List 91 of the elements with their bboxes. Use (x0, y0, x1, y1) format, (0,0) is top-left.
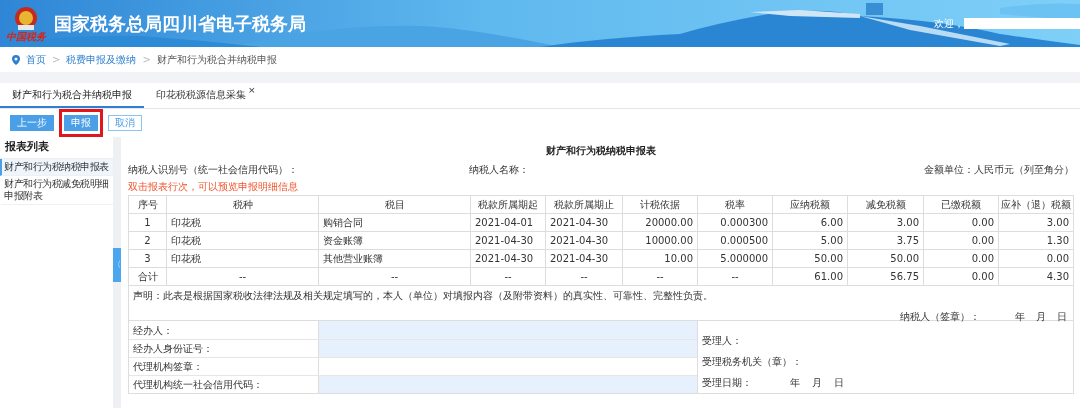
input-field[interactable] (319, 340, 697, 357)
date-unit: 月 (1036, 310, 1046, 324)
location-pin-icon (12, 54, 20, 65)
date-unit: 年 (1015, 310, 1025, 324)
field-label: 受理日期： (702, 375, 752, 390)
table-cell: 2021-04-30 (470, 231, 546, 250)
table-cell: 3.75 (847, 231, 924, 250)
table-cell: -- (697, 267, 773, 286)
table-cell: 3.00 (998, 213, 1074, 232)
table-cell: 印花税 (166, 249, 319, 268)
date-unit: 日 (1057, 310, 1067, 324)
field-label: 受理税务机关（章）： (702, 354, 803, 369)
breadcrumb-link[interactable]: 税费申报及缴纳 (66, 52, 137, 67)
table-cell: 2021-04-30 (470, 249, 546, 268)
collapse-handle[interactable]: 〈 (113, 248, 121, 282)
breadcrumb-separator: > (142, 53, 151, 67)
table-cell: 10.00 (622, 249, 698, 268)
logo-caption: 中国税务 (6, 31, 46, 42)
table-cell: 5.00 (772, 231, 848, 250)
date-unit: 日 (834, 375, 844, 390)
tab[interactable]: 印花税税源信息采集 × (144, 83, 268, 108)
table-cell: 0.00 (923, 213, 999, 232)
unit-note: 金额单位：人民币元（列至角分） (924, 162, 1074, 177)
table-cell: 购销合同 (318, 213, 471, 232)
close-icon[interactable]: × (248, 86, 256, 95)
column-header: 税款所属期起 (470, 195, 546, 214)
table-cell: 4.30 (998, 267, 1074, 286)
action-button[interactable]: 取消 (108, 115, 142, 131)
form-title: 财产和行为税纳税申报表 (546, 144, 656, 158)
emblem-icon (13, 5, 39, 32)
field-label: 受理人： (702, 333, 743, 348)
table-cell: 0.00 (923, 231, 999, 250)
input-field[interactable] (319, 376, 697, 393)
column-header: 应纳税额 (772, 195, 848, 214)
table-cell: 1.30 (998, 231, 1074, 250)
column-header: 减免税额 (847, 195, 924, 214)
table-cell: -- (622, 267, 698, 286)
table-cell: -- (318, 267, 471, 286)
site-title: 国家税务总局四川省电子税务局 (54, 12, 306, 36)
table-cell: 3.00 (847, 213, 924, 232)
table-cell: 6.00 (772, 213, 848, 232)
table-cell: 2021-04-30 (545, 249, 623, 268)
table-cell: -- (545, 267, 623, 286)
table-cell: 0.00 (923, 249, 999, 268)
table-cell: -- (166, 267, 319, 286)
table-cell: 合计 (128, 267, 167, 286)
field-label: 纳税人名称： (469, 162, 529, 177)
date-unit: 月 (812, 375, 822, 390)
tab[interactable]: 财产和行为税合并纳税申报 (0, 83, 144, 108)
table-cell: -- (470, 267, 546, 286)
column-header: 序号 (128, 195, 167, 214)
table-cell: 其他营业账簿 (318, 249, 471, 268)
table-cell: 0.000300 (697, 213, 773, 232)
table-cell: 10000.00 (622, 231, 698, 250)
declaration-text: 声明：此表是根据国家税收法律法规及相关规定填写的，本人（单位）对填报内容（及附带资料）的真实性、可靠性、完整性负责。 (133, 289, 714, 303)
table-cell: 印花税 (166, 231, 319, 250)
hint-text: 双击报表行次，可以预览申报明细信息 (128, 180, 299, 193)
table-cell: 资金账簿 (318, 231, 471, 250)
table-cell: 2021-04-01 (470, 213, 546, 232)
signature-label: 纳税人（签章）： (900, 310, 980, 324)
breadcrumb-link[interactable]: 首页 (26, 52, 46, 67)
column-header: 税款所属期止 (545, 195, 623, 214)
column-header: 税率 (697, 195, 773, 214)
table-cell: 20000.00 (622, 213, 698, 232)
action-button[interactable]: 申报 (64, 115, 98, 131)
table-cell: 2 (128, 231, 167, 250)
column-header: 应补（退）税额 (998, 195, 1074, 214)
column-header: 税种 (166, 195, 319, 214)
table-cell: 0.00 (923, 267, 999, 286)
table-cell: 印花税 (166, 213, 319, 232)
table-cell: 3 (128, 249, 167, 268)
table-cell: 0.00 (998, 249, 1074, 268)
table-cell: 2021-04-30 (545, 213, 623, 232)
table-cell: 5.000000 (697, 249, 773, 268)
action-button[interactable]: 上一步 (10, 115, 54, 131)
column-header: 税目 (318, 195, 471, 214)
welcome-text: 欢迎， (934, 17, 964, 31)
column-header: 计税依据 (622, 195, 698, 214)
table-cell: 0.000500 (697, 231, 773, 250)
table-cell: 61.00 (772, 267, 848, 286)
column-header: 已缴税额 (923, 195, 999, 214)
table-cell: 2021-04-30 (545, 231, 623, 250)
table-cell: 1 (128, 213, 167, 232)
breadcrumb-current: 财产和行为税合并纳税申报 (156, 53, 277, 67)
table-cell: 56.75 (847, 267, 924, 286)
breadcrumb-separator: > (52, 53, 61, 67)
table-cell: 50.00 (847, 249, 924, 268)
table-cell: 50.00 (772, 249, 848, 268)
input-field[interactable] (319, 321, 697, 339)
field-label: 纳税人识别号（统一社会信用代码）： (128, 162, 299, 177)
date-unit: 年 (790, 375, 800, 390)
